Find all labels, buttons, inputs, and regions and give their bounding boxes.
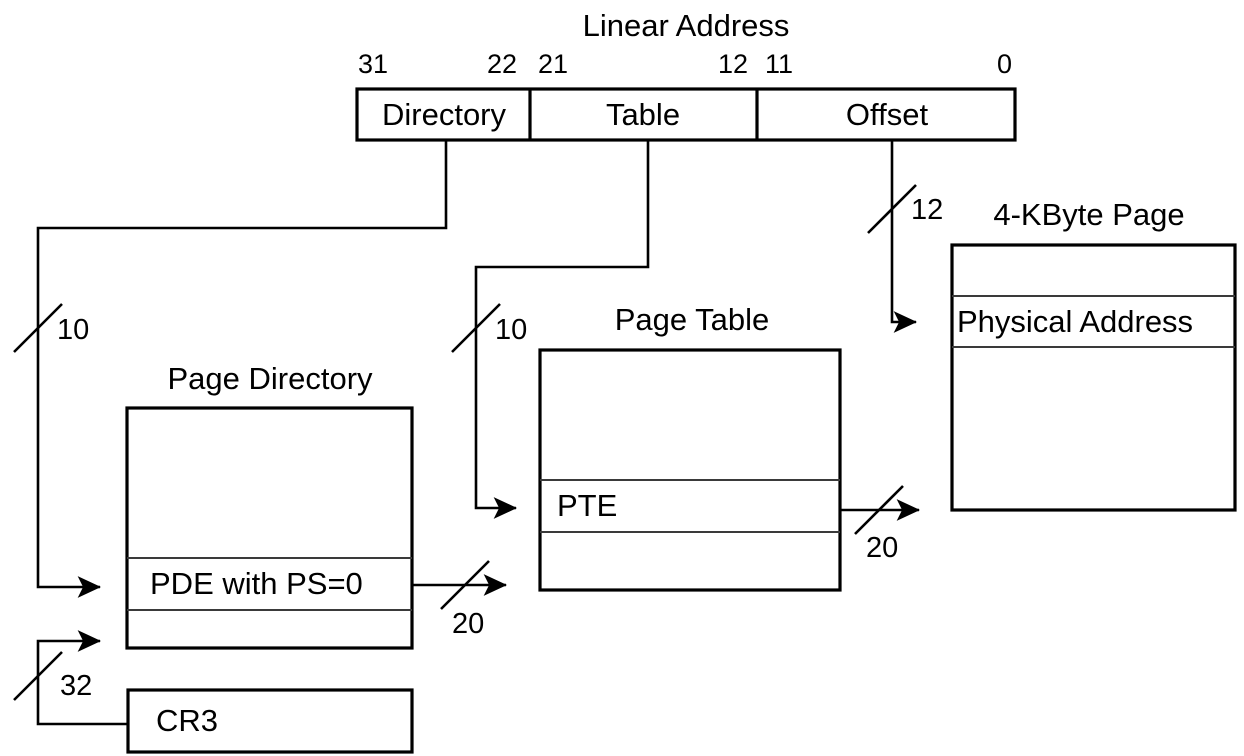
pte-to-page-connector [840,485,921,535]
cr3-base-width-label: 32 [60,670,93,702]
directory-index-width-label: 10 [57,314,90,346]
bit-marker-22: 22 [487,49,518,79]
four-kbyte-page-label: 4-KByte Page [993,197,1185,232]
cr3-register-text: CR3 [156,703,219,738]
pte-entry-text: PTE [557,488,618,523]
pde-to-page-table-connector [412,560,508,610]
physical-address-text: Physical Address [957,304,1194,339]
page-directory-box [125,406,414,650]
page-table-label: Page Table [614,302,770,337]
pde-base-width-label: 20 [452,608,485,640]
pte-base-width-label: 20 [866,532,899,564]
four-kbyte-page-box [950,243,1237,512]
table-index-width-label: 10 [495,314,528,346]
field-directory: Directory [381,97,507,132]
linear-address-title: Linear Address [582,8,790,43]
page-table-box [538,348,842,592]
pde-entry-text: PDE with PS=0 [150,566,363,601]
field-table: Table [605,97,681,132]
bit-marker-21: 21 [538,49,569,79]
offset-width-label: 12 [911,194,944,226]
field-offset: Offset [845,97,929,132]
bit-marker-31: 31 [358,49,389,79]
bit-marker-12: 12 [718,49,749,79]
bit-marker-0: 0 [997,49,1013,79]
paging-diagram-canvas: Linear Address 31 22 21 12 11 0 Director… [0,0,1244,756]
page-directory-label: Page Directory [167,361,373,396]
offset-connector [867,140,918,333]
bit-marker-11: 11 [765,49,794,79]
